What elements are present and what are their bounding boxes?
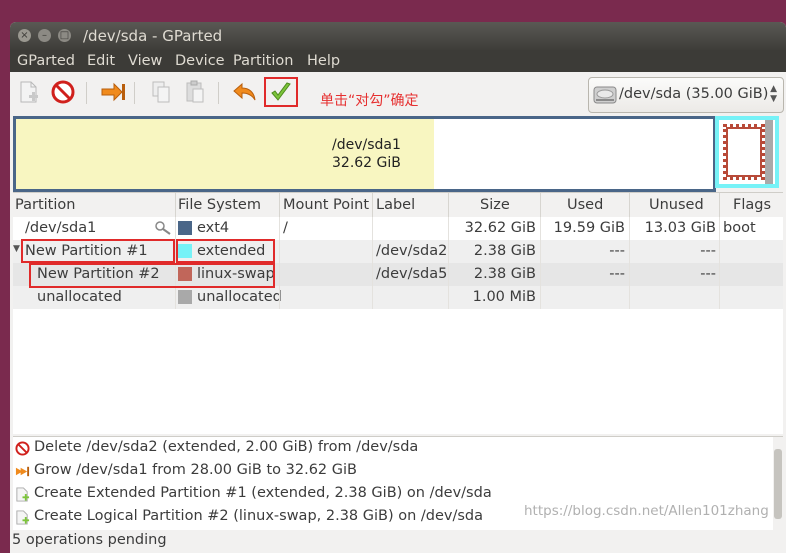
- column-header-flags[interactable]: Flags: [733, 197, 771, 213]
- expander-triangle-icon[interactable]: ▼: [13, 244, 20, 254]
- apply-highlight-box: [264, 77, 298, 107]
- cell-mount-point: /: [283, 220, 288, 236]
- watermark: https://blog.csdn.net/Allen101zhang: [524, 503, 769, 519]
- device-selector-value: /dev/sda (35.00 GiB): [619, 86, 769, 102]
- title-bar[interactable]: × – □ /dev/sda - GParted: [10, 22, 786, 50]
- copy-button[interactable]: [148, 79, 174, 105]
- status-text: 5 operations pending: [12, 532, 167, 548]
- cell-filesystem: ext4: [197, 220, 230, 236]
- toolbar-separator: [86, 82, 87, 104]
- highlight-new-partition-1: [21, 239, 175, 263]
- partition-table: Partition File System Mount Point Label …: [13, 192, 783, 435]
- operation-text: Delete /dev/sda2 (extended, 2.00 GiB) fr…: [34, 439, 419, 455]
- copy-icon: [152, 81, 170, 103]
- list-item[interactable]: Grow /dev/sda1 from 28.00 GiB to 32.62 G…: [13, 460, 773, 483]
- menu-help[interactable]: Help: [307, 53, 340, 69]
- operation-text: Create Extended Partition #1 (extended, …: [34, 485, 492, 501]
- cell-size: 1.00 MiB: [472, 289, 536, 305]
- hard-disk-icon: [593, 86, 617, 104]
- close-window-button[interactable]: ×: [18, 29, 31, 42]
- menu-edit[interactable]: Edit: [87, 53, 115, 69]
- key-lock-icon: [155, 221, 171, 235]
- status-bar: 5 operations pending: [10, 530, 786, 553]
- column-header-mount-point[interactable]: Mount Point: [283, 197, 369, 213]
- diskmap-unallocated[interactable]: [765, 120, 773, 184]
- window-title: /dev/sda - GParted: [83, 27, 223, 45]
- gparted-window: × – □ /dev/sda - GParted GParted Edit Vi…: [10, 22, 786, 553]
- cell-size: 2.38 GiB: [473, 243, 536, 259]
- menu-partition[interactable]: Partition: [233, 53, 293, 69]
- column-header-partition[interactable]: Partition: [15, 197, 75, 213]
- undo-button[interactable]: [232, 79, 258, 105]
- table-row[interactable]: /dev/sda1 ext4 / 32.62 GiB 19.59 GiB 13.…: [13, 217, 783, 240]
- cell-used: 19.59 GiB: [553, 220, 625, 236]
- cell-flags: boot: [723, 220, 756, 236]
- diskmap-sda1-size: 32.62 GiB: [332, 155, 401, 171]
- cell-label: /dev/sda5: [376, 266, 448, 282]
- resize-move-button[interactable]: [100, 79, 126, 105]
- diskmap-partition-swap[interactable]: [723, 124, 765, 180]
- scrollbar-thumb[interactable]: [774, 449, 782, 519]
- menu-view[interactable]: View: [128, 53, 162, 69]
- undo-arrow-icon: [233, 82, 256, 101]
- cell-used: ---: [609, 266, 625, 282]
- cell-unused: ---: [700, 266, 716, 282]
- resize-arrow-icon: [101, 82, 125, 102]
- operation-text: Grow /dev/sda1 from 28.00 GiB to 32.62 G…: [34, 462, 357, 478]
- list-item[interactable]: Delete /dev/sda2 (extended, 2.00 GiB) fr…: [13, 437, 773, 460]
- diskmap-partition-extended[interactable]: [715, 116, 779, 188]
- table-row[interactable]: unallocated unallocated 1.00 MiB: [13, 286, 783, 309]
- new-partition-button[interactable]: [16, 79, 42, 105]
- cell-used: ---: [609, 243, 625, 259]
- column-header-filesystem[interactable]: File System: [178, 197, 261, 213]
- highlight-extended: [176, 239, 275, 263]
- device-selector[interactable]: /dev/sda (35.00 GiB) ▲ ▼: [588, 77, 784, 113]
- toolbar-separator: [134, 82, 135, 104]
- apply-annotation: 单击“对勾”确定: [320, 93, 419, 109]
- paste-button[interactable]: [182, 79, 208, 105]
- menu-device[interactable]: Device: [175, 53, 225, 69]
- operations-scrollbar[interactable]: [773, 437, 783, 530]
- column-header-unused[interactable]: Unused: [649, 197, 704, 213]
- diskmap-partition-sda1[interactable]: /dev/sda1 32.62 GiB: [13, 116, 716, 192]
- column-header-size[interactable]: Size: [480, 197, 510, 213]
- minimize-window-button[interactable]: –: [38, 29, 51, 42]
- fs-color-swatch: [178, 290, 192, 304]
- resize-arrow-icon: [15, 466, 30, 477]
- menu-bar: GParted Edit View Device Partition Help: [10, 50, 786, 72]
- maximize-window-button[interactable]: □: [58, 29, 71, 42]
- highlight-new-partition-2: [29, 263, 275, 288]
- cell-unused: ---: [700, 243, 716, 259]
- table-header: Partition File System Mount Point Label …: [13, 193, 783, 218]
- delete-icon: [15, 441, 30, 456]
- new-document-icon: [16, 487, 30, 502]
- cell-unused: 13.03 GiB: [644, 220, 716, 236]
- disk-map: /dev/sda1 32.62 GiB: [13, 116, 783, 192]
- delete-icon: [51, 80, 75, 104]
- new-document-icon: [16, 510, 30, 525]
- toolbar: 单击“对勾”确定 /dev/sda (35.00 GiB) ▲ ▼: [10, 72, 786, 114]
- operation-text: Create Logical Partition #2 (linux-swap,…: [34, 508, 484, 524]
- cell-size: 2.38 GiB: [473, 266, 536, 282]
- diskmap-sda1-name: /dev/sda1: [332, 137, 401, 153]
- column-header-label[interactable]: Label: [376, 197, 415, 213]
- close-icon: ×: [20, 30, 29, 41]
- new-document-icon: [20, 81, 38, 103]
- maximize-icon: □: [59, 30, 70, 41]
- menu-gparted[interactable]: GParted: [17, 53, 75, 69]
- fs-color-swatch: [178, 221, 192, 235]
- cell-label: /dev/sda2: [376, 243, 448, 259]
- minimize-icon: –: [42, 30, 47, 41]
- cell-filesystem: unallocated: [197, 289, 282, 305]
- chevron-updown-icon: ▲ ▼: [770, 84, 777, 104]
- cell-partition: unallocated: [37, 289, 122, 305]
- cell-size: 32.62 GiB: [464, 220, 536, 236]
- delete-partition-button[interactable]: [50, 79, 76, 105]
- cell-partition: /dev/sda1: [25, 220, 97, 236]
- toolbar-separator: [218, 82, 219, 104]
- paste-icon: [186, 80, 204, 103]
- column-header-used[interactable]: Used: [567, 197, 603, 213]
